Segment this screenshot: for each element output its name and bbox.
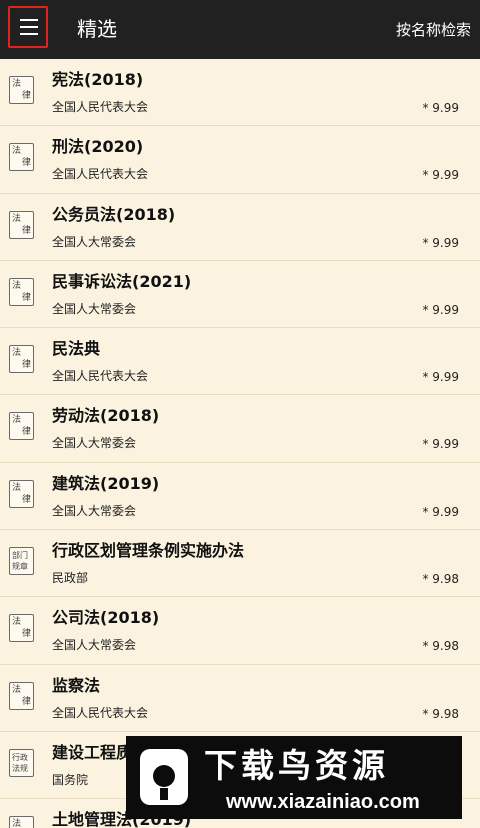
menu-button[interactable] [8, 6, 48, 48]
law-issuer: 国务院 [52, 772, 89, 787]
category-seal-text-top: 部门 [12, 551, 28, 561]
category-seal-icon: 法律 [9, 681, 34, 710]
law-score: * 9.99 [422, 504, 459, 519]
law-title: 刑法(2020) [52, 137, 144, 157]
law-list: 法律宪法(2018) 全国人民代表大会 * 9.99 法律刑法(2020) 全国人民代表… [0, 59, 480, 828]
law-score: * 9.98 [422, 706, 459, 721]
law-score: * 9.98 [422, 572, 459, 587]
category-seal-text-top: 行政 [12, 752, 28, 762]
law-issuer: 全国人民代表大会 [52, 100, 149, 114]
law-score: * 9.98 [422, 639, 459, 654]
category-seal-text-top: 法 [12, 819, 22, 828]
category-seal-text-bottom: 规章 [12, 562, 28, 572]
hamburger-menu-icon-line [20, 33, 38, 35]
category-seal-text-bottom: 律 [22, 360, 32, 371]
category-seal-text-bottom: 律 [22, 292, 32, 303]
category-seal-text-bottom: 律 [22, 696, 32, 707]
category-seal-text-bottom: 律 [22, 158, 32, 169]
law-title: 建筑法(2019) [52, 473, 160, 493]
law-score: * 9.99 [422, 101, 459, 115]
law-issuer: 全国人民代表大会 [52, 167, 149, 182]
category-seal-text-bottom: 律 [22, 225, 32, 236]
law-issuer: 全国人民代表大会 [52, 369, 149, 384]
law-title: 建设工程质 [52, 742, 133, 762]
law-list-item[interactable]: 部门 规章 行政区划管理条例实施办法 民政部 * 9.98 [0, 530, 480, 598]
category-seal-icon: 行政 法规 [9, 748, 34, 777]
law-title: 监察法 [52, 675, 101, 695]
law-issuer: 全国人大常委会 [52, 234, 137, 249]
law-title: 劳动法(2018) [52, 406, 160, 426]
hamburger-menu-icon [20, 19, 38, 21]
category-seal-icon: 法律 [9, 277, 34, 306]
law-list-item[interactable]: 法律民事诉讼法(2021) 全国人大常委会 * 9.99 [0, 260, 480, 329]
category-seal-text-top: 法 [12, 348, 22, 359]
category-seal-icon: 法律 [9, 210, 34, 239]
law-list-item[interactable]: 法律刑法(2020) 全国人民代表大会 * 9.99 [0, 126, 480, 194]
law-issuer: 全国人民代表大会 [52, 705, 149, 720]
law-issuer: 全国人大常委会 [52, 301, 137, 316]
law-list-item[interactable]: 法律建筑法(2019) 全国人大常委会 * 9.99 [0, 462, 480, 531]
law-score: * 9.99 [422, 370, 459, 385]
law-score: * 9.99 [422, 437, 459, 452]
law-title: 公司法(2018) [52, 608, 160, 628]
law-issuer: 民政部 [52, 571, 89, 586]
watermark-text: 下载鸟资源 [204, 746, 389, 785]
watermark-banner: 下载鸟资源 www.xiazainiao.com [126, 736, 462, 819]
category-seal-icon: 法律 [9, 614, 34, 643]
law-title: 行政区划管理条例实施办法 [52, 541, 245, 561]
category-seal-text-top: 法 [12, 684, 22, 695]
hamburger-menu-icon-line [20, 26, 38, 28]
law-score: * 9.99 [422, 302, 459, 317]
law-issuer: 全国人大常委会 [52, 503, 137, 518]
law-title: 公务员法(2018) [52, 204, 176, 224]
law-issuer: 全国人大常委会 [52, 638, 137, 653]
law-score: * 9.99 [422, 235, 459, 250]
category-seal-text-bottom: 法规 [12, 763, 28, 773]
law-list-item[interactable]: 法律监察法 全国人民代表大会 * 9.98 [0, 664, 480, 732]
category-seal-icon: 法律 [9, 479, 34, 508]
bird-logo-icon [140, 749, 188, 805]
category-seal-icon: 部门 规章 [9, 547, 34, 576]
law-list-item[interactable]: 法律公司法(2018) 全国人大常委会 * 9.98 [0, 597, 480, 665]
category-seal-text-bottom: 律 [22, 629, 32, 640]
category-seal-text-top: 法 [12, 280, 22, 291]
law-title: 民法典 [52, 339, 101, 359]
category-seal-icon: 法律 [9, 143, 34, 172]
law-title: 民事诉讼法(2021) [52, 271, 192, 291]
law-list-item[interactable]: 法律公务员法(2018) 全国人大常委会 * 9.99 [0, 193, 480, 261]
search-by-name-button[interactable]: 按名称检索 [396, 20, 471, 40]
category-seal-icon: 法律 [9, 76, 34, 104]
category-seal-text-top: 法 [12, 79, 22, 89]
watermark-url: www.xiazainiao.com [226, 791, 420, 813]
category-seal-text-top: 法 [12, 482, 22, 493]
law-list-item[interactable]: 法律劳动法(2018) 全国人大常委会 * 9.99 [0, 395, 480, 463]
category-seal-text-bottom: 律 [22, 494, 32, 505]
category-seal-icon: 法律 [9, 345, 34, 374]
category-seal-text-top: 法 [12, 415, 22, 426]
category-seal-icon: 法律 [9, 816, 34, 828]
category-seal-text-top: 法 [12, 617, 22, 628]
law-issuer: 全国人大常委会 [52, 436, 137, 451]
law-title: 宪法(2018) [52, 70, 144, 89]
page-title: 精选 [77, 17, 117, 41]
category-seal-text-bottom: 律 [22, 91, 32, 101]
top-app-bar: 精选 按名称检索 [0, 0, 480, 59]
category-seal-text-top: 法 [12, 213, 22, 224]
category-seal-icon: 法律 [9, 412, 34, 441]
law-score: * 9.99 [422, 168, 459, 183]
law-list-item[interactable]: 法律宪法(2018) 全国人民代表大会 * 9.99 [0, 59, 480, 127]
category-seal-text-bottom: 律 [22, 427, 32, 438]
category-seal-text-top: 法 [12, 146, 22, 157]
law-list-item[interactable]: 法律民法典 全国人民代表大会 * 9.99 [0, 328, 480, 396]
